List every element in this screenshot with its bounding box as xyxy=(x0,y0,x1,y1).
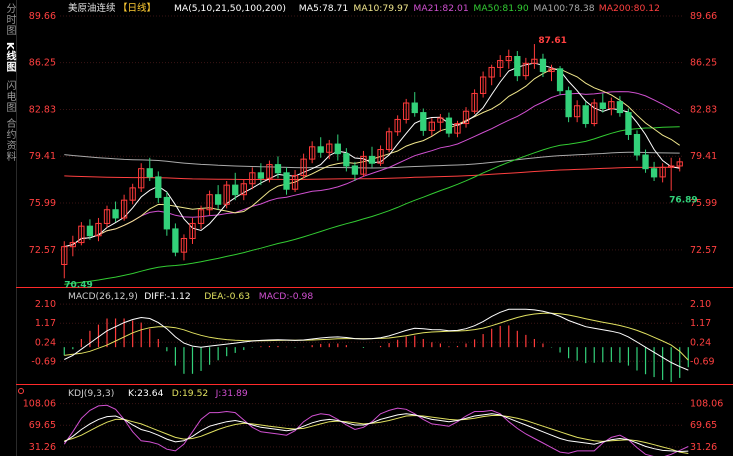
kdj-tick-left: 69.65 xyxy=(29,420,56,431)
price-tick-left: 86.25 xyxy=(29,58,56,69)
candle-body xyxy=(351,165,359,175)
ma-legend-item: MA200:80.12 xyxy=(599,3,660,14)
macd-tick-left: 1.17 xyxy=(35,318,56,329)
macd-tick-left: 0.24 xyxy=(35,337,56,348)
price-tick-left: 79.41 xyxy=(29,151,56,162)
tab-contract-info[interactable]: 合约资料 xyxy=(1,118,15,162)
ma-legend-item: MA10:79.97 xyxy=(353,3,408,14)
candle-body xyxy=(334,143,341,155)
price-tick-right: 89.66 xyxy=(690,11,717,22)
instrument-title: 美原油连续 xyxy=(68,2,116,14)
candle-body xyxy=(274,164,282,174)
tab-intraday[interactable]: 分时图 xyxy=(1,3,15,36)
candle-body xyxy=(155,176,162,198)
period-label: 【日线】 xyxy=(118,2,156,14)
kdj-tick-right: 69.65 xyxy=(690,420,717,431)
candle-body xyxy=(146,168,153,178)
candle-body xyxy=(112,209,119,219)
candle-body xyxy=(633,133,641,156)
candle-body xyxy=(343,153,350,167)
candle-body xyxy=(650,168,658,178)
ma-legend-item: MA5:78.71 xyxy=(299,3,348,14)
chart-area: 89.66 89.66 86.25 86.25 82.83 82.83 79.41 79.41… xyxy=(16,2,733,456)
candle-body xyxy=(86,225,94,237)
candle-body xyxy=(172,228,179,253)
k-line xyxy=(64,413,689,453)
candle-body xyxy=(214,194,222,205)
kdj-settings-icon xyxy=(18,388,24,394)
price-tick-left: 82.83 xyxy=(29,104,56,115)
candle-body xyxy=(599,102,606,109)
candle-body xyxy=(556,68,564,92)
candle-body xyxy=(445,117,453,134)
kdj-tick-left: 108.06 xyxy=(23,399,56,410)
price-tick-right: 79.41 xyxy=(690,151,717,162)
ma-legend-item: MA21:82.01 xyxy=(413,3,468,14)
candle-body xyxy=(539,58,547,73)
candle-body xyxy=(257,172,265,179)
price-tick-left: 72.57 xyxy=(29,245,56,256)
macd-tick-right: 2.10 xyxy=(690,299,711,310)
candle-body xyxy=(616,101,624,114)
candle-body xyxy=(514,56,521,77)
macd-tick-left: -0.69 xyxy=(31,356,56,367)
macd-tick-left: 2.10 xyxy=(35,299,56,310)
candle-body xyxy=(283,172,290,190)
macd-tick-right: 1.17 xyxy=(690,318,711,329)
candle-body xyxy=(232,184,239,196)
candle-body xyxy=(625,112,632,135)
price-tick-left: 75.99 xyxy=(29,198,56,209)
macd-legend-item: DEA:-0.63 xyxy=(204,291,250,302)
ma-legend-item: MA(5,10,21,50,100,200) xyxy=(174,3,286,14)
macd-tick-right: -0.69 xyxy=(690,356,715,367)
macd-legend-item: DIFF:-1.12 xyxy=(144,291,191,302)
low-annotation-left: 70.49 xyxy=(64,280,92,290)
candle-body xyxy=(642,154,649,170)
kdj-tick-right: 31.26 xyxy=(690,442,717,453)
ma-legend-item: MA50:81.90 xyxy=(473,3,528,14)
candle-body xyxy=(368,155,376,164)
macd-legend-item: MACD(26,12,9) xyxy=(68,291,138,302)
price-tick-left: 89.66 xyxy=(29,11,56,22)
kdj-legend-item: KDJ(9,3,3) xyxy=(68,388,114,399)
price-tick-right: 82.83 xyxy=(690,104,717,115)
kdj-legend-item: D:19.52 xyxy=(172,388,208,399)
candle-body xyxy=(565,90,572,118)
candle-body xyxy=(420,112,427,131)
period-tabs: 分时图 K线图 闪电图 合约资料 xyxy=(0,0,17,456)
candle-body xyxy=(163,196,170,230)
macd-tick-right: 0.24 xyxy=(690,337,711,348)
tab-kline[interactable]: K线图 xyxy=(1,42,15,73)
kdj-legend-item: J:31.89 xyxy=(215,388,248,399)
kdj-tick-right: 108.06 xyxy=(690,399,723,410)
price-tick-right: 86.25 xyxy=(690,58,717,69)
kdj-tick-left: 31.26 xyxy=(29,442,56,453)
low-annotation-right: 76.89 xyxy=(669,196,697,206)
tab-flash[interactable]: 闪电图 xyxy=(1,80,15,113)
candle-body xyxy=(582,105,589,125)
high-annotation: 87.61 xyxy=(538,36,566,46)
macd-legend-item: MACD:-0.98 xyxy=(259,291,314,302)
price-tick-right: 72.57 xyxy=(690,245,717,256)
candle-body xyxy=(411,102,418,114)
candle-body xyxy=(317,146,324,153)
kdj-legend-item: K:23.64 xyxy=(128,388,164,399)
ma-legend-item: MA100:78.38 xyxy=(533,3,594,14)
